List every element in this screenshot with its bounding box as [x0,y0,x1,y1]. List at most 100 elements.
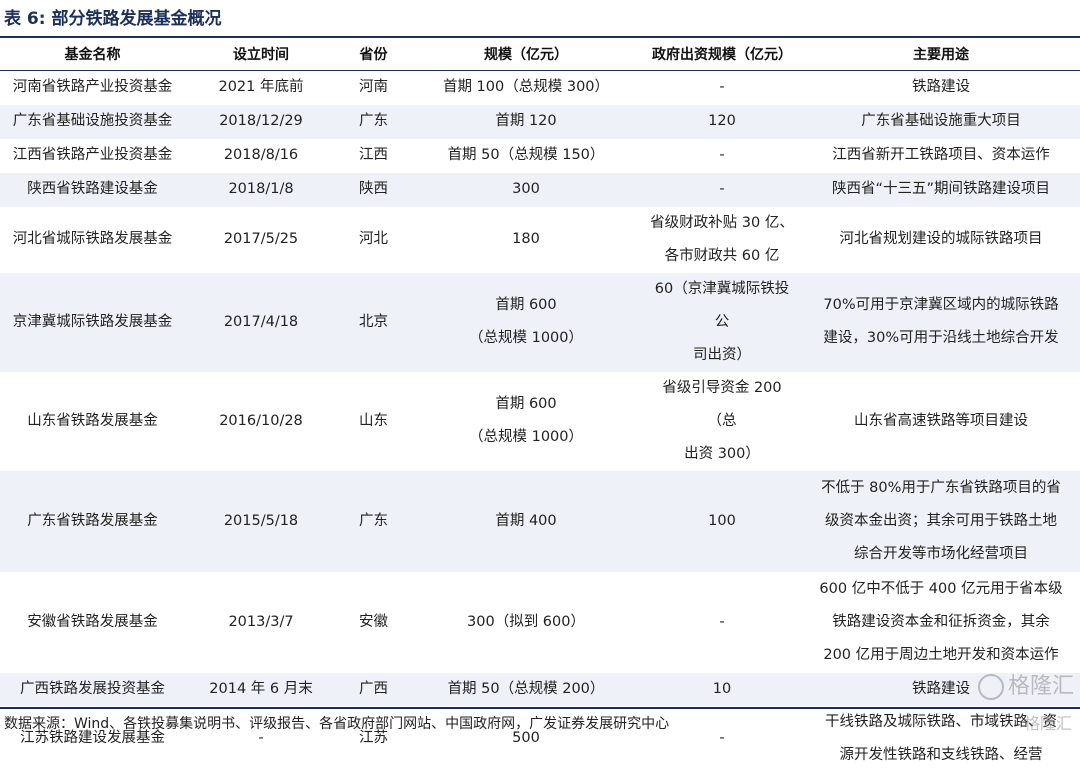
date-cell: 2013/3/7 [185,571,337,673]
use-cell: 70%可用于京津冀区域内的城际铁路 建设，30%可用于沿线土地综合开发 [802,272,1080,372]
use-cell-line: 铁路建设资本金和征拆资金，其余 [832,613,1050,630]
gov-funding-cell-line: 出资 300） [684,445,760,462]
bottom-rule [0,707,1080,709]
scale-cell-line: （总规模 1000） [468,330,583,346]
scale-cell-line: 首期 100（总规模 300） [442,79,610,96]
fund-name-cell: 安徽省铁路发展基金 [0,571,185,673]
col-header-province: 省份 [337,38,410,71]
table-title: 表 6: 部分铁路发展基金概况 [4,9,222,29]
fund-name-cell: 河北省城际铁路发展基金 [0,206,185,273]
date-cell: 2018/8/16 [185,138,337,173]
fund-name-cell: 京津冀城际铁路发展基金 [0,272,185,372]
use-cell: 广东省基础设施重大项目 [802,104,1080,139]
gov-funding-cell: - [642,138,802,173]
province-cell: 广东 [337,104,410,139]
source-note: 数据来源：Wind、各铁投募集说明书、评级报告、各省政府部门网站、中国政府网，广… [4,716,670,732]
gov-funding-cell: 60（京津冀城际铁投公司出资） [642,272,802,372]
use-cell: 江西省新开工铁路项目、资本运作 [802,138,1080,173]
province-cell: 山东 [337,371,410,471]
scale-cell: 300 [410,172,642,207]
gov-funding-cell-line: 120 [708,113,736,129]
gov-funding-cell-line: - [719,147,725,163]
col-header-scale: 规模（亿元） [410,38,642,71]
use-cell-line: 200 亿用于周边土地开发和资本运作 [823,646,1059,663]
watermark-logo-icon [977,674,1004,700]
date-cell: 2018/1/8 [185,172,337,207]
table-header-row: 基金名称 设立时间 省份 规模（亿元） 政府出资规模（亿元） 主要用途 [0,38,1080,71]
scale-cell-line: 首期 600 [495,396,557,412]
gov-funding-cell-line: 各市财政共 60 亿 [664,247,780,264]
table-row: 广东省铁路发展基金 2015/5/18 广东 首期 400 100 不低于 80%用于广东… [0,470,1080,572]
use-cell-line: 综合开发等市场化经营项目 [854,545,1028,562]
col-header-name: 基金名称 [0,38,185,71]
gov-funding-cell: 省级财政补贴 30 亿、 各市财政共 60 亿 [642,206,802,273]
use-cell: 600 亿中不低于 400 亿元用于省本级 铁路建设资本金和征拆资金，其余 200 … [802,571,1080,673]
date-cell: 2021 年底前 [185,70,337,105]
col-header-gov: 政府出资规模（亿元） [642,38,802,71]
table-row: 广东省基础设施投资基金 2018/12/29 广东 首期 120 120 广东省基础设施重… [0,104,1080,139]
scale-cell: 首期 600 （总规模 1000） [410,371,642,471]
gov-funding-cell-line: - [719,613,725,630]
use-cell-line: 陕西省“十三五”期间铁路建设项目 [831,181,1051,197]
scale-cell-line: 首期 50（总规模 200） [447,680,605,697]
table-body: 河南省铁路产业投资基金 2021 年底前 河南 首期 100（总规模 300） - 铁路建… [0,70,1080,772]
table-row: 陕西省铁路建设基金 2018/1/8 陕西 300 - 陕西省“十三五”期间铁路建设项目 [0,172,1080,207]
province-cell: 陕西 [337,172,410,207]
scale-cell-line: 300 [512,181,540,197]
scale-cell: 首期 400 [410,470,642,572]
table-row: 京津冀城际铁路发展基金 2017/4/18 北京 首期 600 （总规模 1000） 60… [0,272,1080,372]
gov-funding-cell-line: 60（京津冀城际铁投公 [654,280,790,330]
gov-funding-cell: - [642,571,802,673]
province-cell: 江西 [337,138,410,173]
fund-name-cell: 河南省铁路产业投资基金 [0,70,185,105]
use-cell-line: 建设，30%可用于沿线土地综合开发 [823,330,1059,346]
scale-cell-line: 首期 50（总规模 150） [447,147,605,163]
gov-funding-cell-line: 100 [708,512,736,529]
gov-funding-cell: - [642,172,802,207]
scale-cell: 首期 50（总规模 200） [410,672,642,706]
use-cell-line: 源开发性铁路和支线铁路、经营 [839,746,1043,763]
watermark-small: 格隆汇 [1023,714,1072,733]
gov-funding-cell-line: 10 [712,680,732,697]
scale-cell-line: 首期 600 [495,297,557,313]
use-cell: 河北省规划建设的城际铁路项目 [802,206,1080,273]
date-cell: 2016/10/28 [185,371,337,471]
use-cell-line: 级资本金出资；其余可用于铁路土地 [825,512,1057,529]
gov-funding-cell: - [642,70,802,105]
fund-name-cell: 山东省铁路发展基金 [0,371,185,471]
date-cell: 2015/5/18 [185,470,337,572]
table-row: 河北省城际铁路发展基金 2017/5/25 河北 180 省级财政补贴 30 亿、 各市财… [0,206,1080,273]
gov-funding-cell: 120 [642,104,802,139]
date-cell: 2014 年 6 月末 [185,672,337,706]
fund-name-cell: 广东省铁路发展基金 [0,470,185,572]
use-cell-line: 河北省规划建设的城际铁路项目 [839,231,1043,247]
table-row: 山东省铁路发展基金 2016/10/28 山东 首期 600 （总规模 1000） 省级引… [0,371,1080,471]
col-header-use: 主要用途 [802,38,1080,71]
fund-name-cell: 陕西省铁路建设基金 [0,172,185,207]
province-cell: 广西 [337,672,410,706]
gov-funding-cell-line: - [719,181,725,197]
table-row: 广西铁路发展投资基金 2014 年 6 月末 广西 首期 50（总规模 200） 10 铁… [0,672,1080,706]
date-cell: 2017/5/25 [185,206,337,273]
use-cell: 不低于 80%用于广东省铁路项目的省 级资本金出资；其余可用于铁路土地 综合开发等市… [802,470,1080,572]
gov-funding-cell: 省级引导资金 200（总出资 300） [642,371,802,471]
scale-cell: 首期 600 （总规模 1000） [410,272,642,372]
use-cell-line: 山东省高速铁路等项目建设 [854,412,1028,429]
gov-funding-cell-line: 司出资） [693,346,751,363]
gov-funding-cell: 10 [642,672,802,706]
table-row: 河南省铁路产业投资基金 2021 年底前 河南 首期 100（总规模 300） - 铁路建… [0,70,1080,105]
gov-funding-cell-line: 省级引导资金 200（总 [662,379,782,429]
use-cell: 山东省高速铁路等项目建设 [802,371,1080,471]
scale-cell-line: 首期 120 [495,113,557,129]
province-cell: 河北 [337,206,410,273]
use-cell-line: 江西省新开工铁路项目、资本运作 [832,147,1050,163]
scale-cell: 180 [410,206,642,273]
use-cell-line: 600 亿中不低于 400 亿元用于省本级 [819,580,1063,597]
table-row: 江西省铁路产业投资基金 2018/8/16 江西 首期 50（总规模 150） - 江西省… [0,138,1080,173]
fund-name-cell: 广东省基础设施投资基金 [0,104,185,139]
table-row: 安徽省铁路发展基金 2013/3/7 安徽 300（拟到 600） - 600 亿中不低于… [0,571,1080,673]
use-cell-line: 铁路建设 [912,79,970,96]
use-cell: 陕西省“十三五”期间铁路建设项目 [802,172,1080,207]
date-cell: 2017/4/18 [185,272,337,372]
gov-funding-cell-line: 省级财政补贴 30 亿、 [650,214,794,231]
